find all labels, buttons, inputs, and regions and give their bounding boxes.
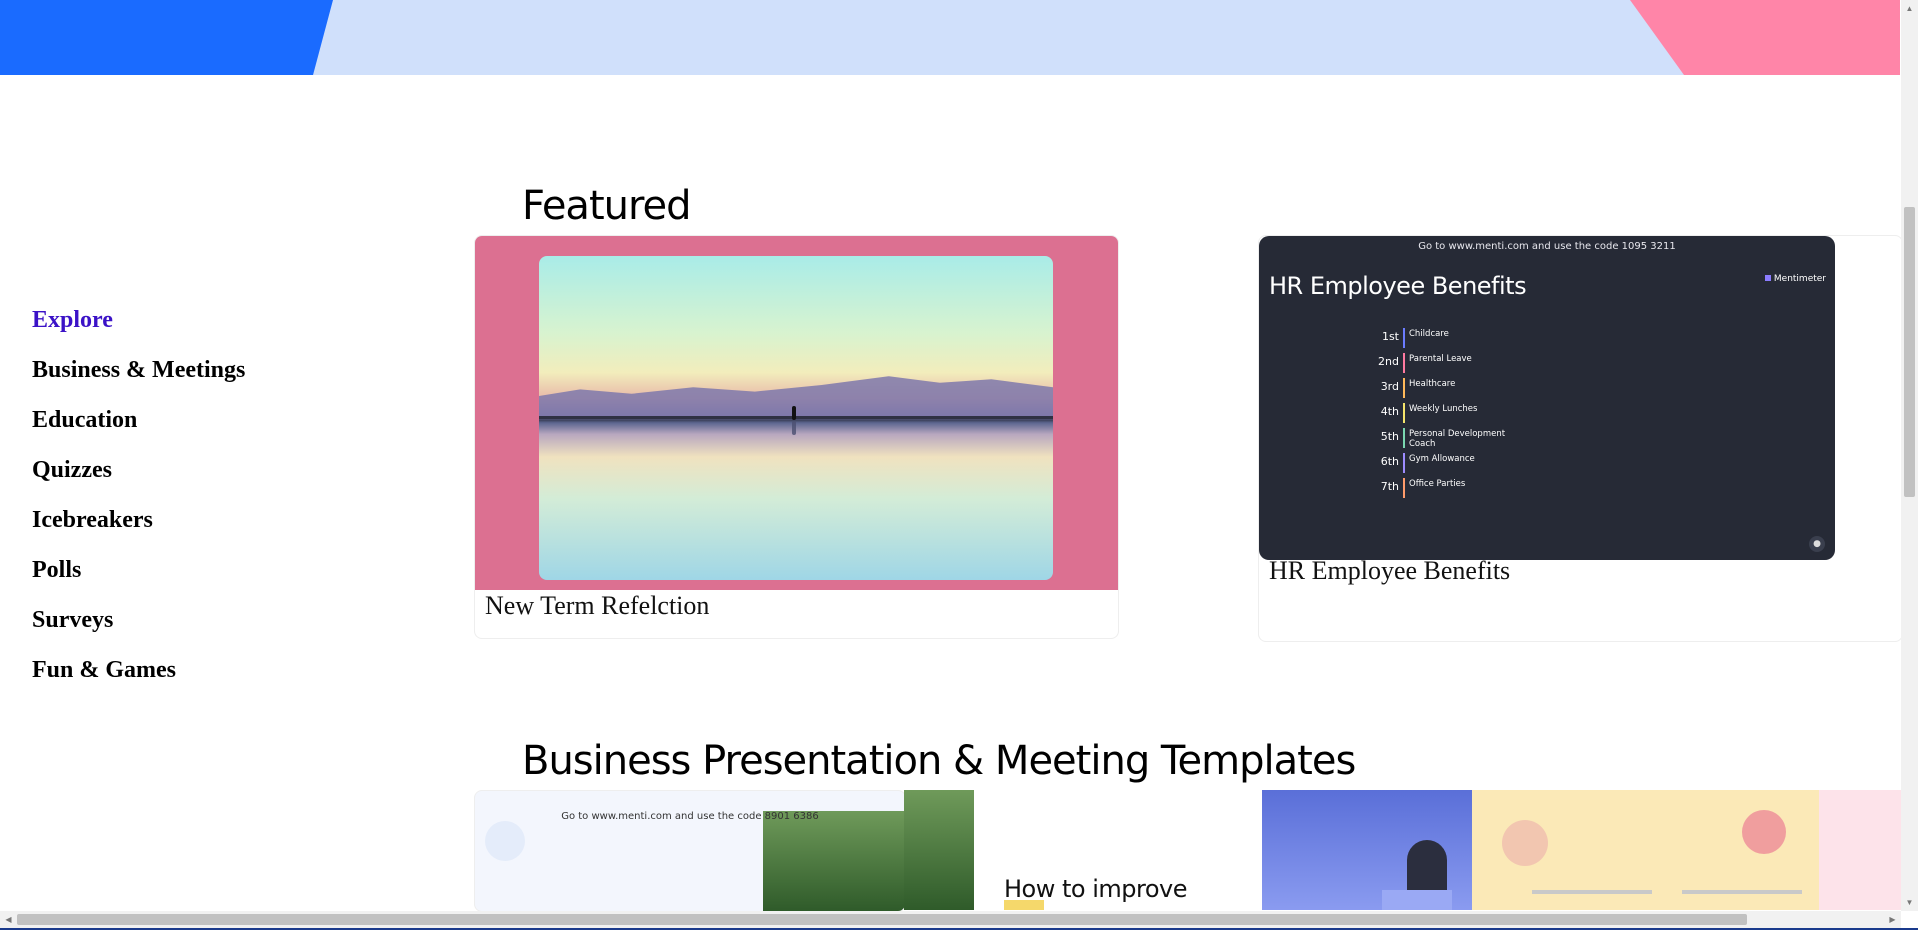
person-reflection [792,421,796,435]
card-thumbnail-slide: Go to www.menti.com and use the code 109… [1259,236,1835,560]
rank-label: Parental Leave [1409,354,1472,364]
mentimeter-brand: Mentimeter [1764,274,1826,284]
rank-bar [1403,378,1405,398]
desk-line [1682,890,1802,894]
business-template-card-illustration[interactable] [1472,790,1819,910]
rank-bar [1403,478,1405,498]
user-icon: ● [1809,536,1825,552]
rank-bar [1403,403,1405,423]
forest-image [763,811,905,911]
slide-join-instructions: Go to www.menti.com and use the code 109… [1418,241,1676,252]
rank-bar [1403,428,1405,448]
decorative-shape [485,821,525,861]
banner-pink-shape [1630,0,1900,75]
featured-heading: Featured [522,183,692,229]
rank-number: 2nd [1378,355,1399,368]
sidebar-item-explore[interactable]: Explore [32,305,245,335]
rank-number: 4th [1380,405,1399,418]
rank-label: Weekly Lunches [1409,404,1478,414]
illustrated-person [1742,810,1786,854]
ranking-row: 1st Childcare [1349,328,1569,348]
horizontal-scrollbar[interactable]: ◀ ▶ [0,911,1901,928]
scroll-right-arrow-icon[interactable]: ▶ [1884,911,1901,928]
rank-label: Healthcare [1409,379,1456,389]
ranking-row: 7th Office Parties [1349,478,1569,498]
mountain-silhouette [539,376,1053,418]
card-title: New Term Refelction [485,591,710,620]
sidebar-item-quizzes[interactable]: Quizzes [32,455,245,485]
rank-number: 3rd [1380,380,1399,393]
sidebar-item-icebreakers[interactable]: Icebreakers [32,505,245,535]
rank-number: 6th [1380,455,1399,468]
business-template-card[interactable]: How to improve [974,790,1262,910]
business-template-card[interactable]: Go to www.menti.com and use the code 890… [474,790,906,912]
rank-bar [1403,328,1405,348]
horizon-line [539,416,1053,419]
vertical-scroll-thumb[interactable] [1904,207,1915,497]
card-title: HR Employee Benefits [1269,556,1511,585]
rank-bar [1403,453,1405,473]
template-card-hr-employee-benefits[interactable]: Go to www.menti.com and use the code 109… [1258,235,1903,642]
slide-join-instructions: Go to www.menti.com and use the code 890… [561,811,819,822]
sidebar-item-surveys[interactable]: Surveys [32,605,245,635]
horizontal-scroll-thumb[interactable] [17,914,1747,925]
sidebar-item-fun-games[interactable]: Fun & Games [32,655,245,685]
template-card-new-term-reflection[interactable]: New Term Refelction [474,235,1119,639]
rank-number: 1st [1381,330,1399,343]
scroll-up-arrow-icon[interactable]: ▲ [1901,0,1918,17]
business-template-card-office-photo[interactable] [1262,790,1472,910]
rank-label: Gym Allowance [1409,454,1475,464]
mentimeter-logo-icon [1764,275,1771,281]
ranking-row: 5th Personal Development Coach [1349,428,1569,449]
salt-flat-landscape-image [539,256,1053,580]
vertical-scrollbar[interactable]: ▲ ▼ [1901,0,1918,911]
slide-title: HR Employee Benefits [1269,272,1527,300]
desk-line [1532,890,1652,894]
scroll-down-arrow-icon[interactable]: ▼ [1901,894,1918,911]
forest-image-extension [904,790,974,910]
thumb-heading: How to improve [1004,875,1187,903]
sidebar-item-business-meetings[interactable]: Business & Meetings [32,355,245,385]
sidebar-item-education[interactable]: Education [32,405,245,435]
rank-label: Childcare [1409,329,1449,339]
person-figure [792,406,796,420]
banner-blue-shape [0,0,333,75]
brand-name: Mentimeter [1773,274,1826,284]
rank-label: Office Parties [1409,479,1466,489]
rank-number: 5th [1380,430,1399,443]
rank-number: 7th [1380,480,1399,493]
decorative-shape [1004,900,1044,910]
rank-label: Personal Development Coach [1409,429,1506,449]
business-template-card[interactable] [1819,790,1901,910]
laptop-shape [1382,890,1452,910]
business-templates-heading: Business Presentation & Meeting Template… [522,738,1356,784]
rank-bar [1403,353,1405,373]
ranking-row: 2nd Parental Leave [1349,353,1569,373]
scroll-left-arrow-icon[interactable]: ◀ [0,911,17,928]
category-sidebar: Explore Business & Meetings Education Qu… [32,305,245,705]
ranking-row: 4th Weekly Lunches [1349,403,1569,423]
ranking-row: 3rd Healthcare [1349,378,1569,398]
sidebar-item-polls[interactable]: Polls [32,555,245,585]
illustrated-person [1502,820,1548,866]
card-thumbnail [475,236,1118,590]
top-banner [0,0,1900,75]
ranking-row: 6th Gym Allowance [1349,453,1569,473]
